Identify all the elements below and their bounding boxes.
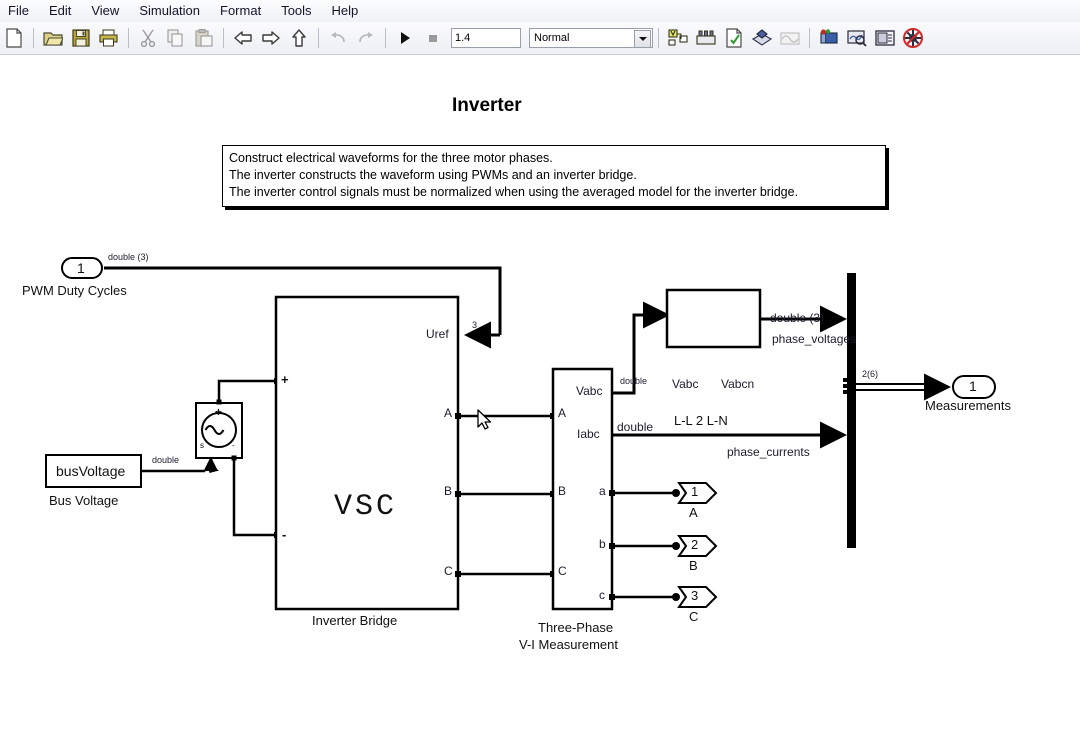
copy-icon[interactable]	[163, 25, 189, 51]
cut-icon[interactable]	[135, 25, 161, 51]
port-label-iabc-out: Iabc	[577, 427, 600, 441]
disable-link-icon[interactable]	[900, 25, 926, 51]
debug-icon[interactable]	[816, 25, 842, 51]
vi-measurement-label-line1: Three-Phase	[538, 620, 614, 635]
inverter-bridge-text: VSC	[334, 490, 398, 524]
signal-label-phase-voltages: phase_voltages	[772, 332, 857, 346]
undo-icon[interactable]	[325, 25, 351, 51]
menu-format[interactable]: Format	[210, 0, 271, 22]
pwm-inport-number: 1	[77, 260, 85, 276]
port-label-vsc-plus: +	[281, 372, 289, 387]
toolbar-separator-4	[318, 28, 319, 48]
open-model-icon[interactable]	[40, 25, 66, 51]
inverter-bridge-label: Inverter Bridge	[312, 613, 398, 628]
signal-label-pwm: double (3)	[108, 252, 149, 262]
voltage-source-minus-terminal: -	[232, 441, 235, 450]
simulation-mode-select[interactable]: Normal	[529, 28, 653, 48]
pwm-inport-label: PWM Duty Cycles	[22, 283, 127, 298]
menu-simulation[interactable]: Simulation	[129, 0, 210, 22]
signal-label-bus-voltage: double	[152, 455, 180, 465]
bus-voltage-label: Bus Voltage	[49, 493, 119, 508]
back-icon[interactable]	[230, 25, 256, 51]
menu-view[interactable]: View	[81, 0, 129, 22]
signal-label-uref-width: 3	[472, 320, 478, 330]
port-label-vi-in-b: B	[558, 484, 567, 498]
bus-voltage-text: busVoltage	[56, 463, 126, 479]
voltage-source-s-terminal: s	[200, 441, 204, 450]
signal-label-phase-currents: phase_currents	[727, 445, 810, 459]
ll2ln-label: L-L 2 L-N	[674, 413, 728, 428]
menu-file[interactable]: File	[0, 0, 39, 22]
start-simulation-icon[interactable]	[392, 25, 418, 51]
port-label-vabc-out: Vabc	[576, 384, 603, 398]
outport-b-number: 2	[691, 537, 699, 552]
signal-label-iabc: double	[617, 420, 654, 434]
new-model-icon[interactable]	[1, 25, 27, 51]
paste-icon[interactable]	[191, 25, 217, 51]
model-advisor-icon[interactable]	[844, 25, 870, 51]
outport-a-number: 1	[691, 484, 699, 499]
port-label-vsc-minus: -	[282, 527, 287, 542]
toolbar: 1.4 Normal	[0, 22, 1080, 55]
toolbar-separator-5	[385, 28, 386, 48]
outport-a-label: A	[689, 505, 698, 520]
port-label-uref: Uref	[426, 327, 449, 341]
redo-icon[interactable]	[353, 25, 379, 51]
voltage-source-plus-terminal: +	[215, 405, 223, 419]
simulation-stop-time-field[interactable]: 1.4	[451, 28, 521, 48]
port-label-vsc-a: A	[444, 406, 453, 420]
up-level-icon[interactable]	[286, 25, 312, 51]
port-label-vi-in-a: A	[558, 406, 567, 420]
model-canvas[interactable]: Inverter Construct electrical waveforms …	[0, 55, 1080, 755]
measurements-outport-label: Measurements	[925, 398, 1011, 413]
port-label-vsc-b: B	[444, 484, 453, 498]
measurements-outport-number: 1	[969, 378, 977, 394]
menu-tools[interactable]: Tools	[271, 0, 321, 22]
toggle-scope-icon[interactable]	[777, 25, 803, 51]
update-diagram-icon[interactable]	[665, 25, 691, 51]
toolbar-separator-7	[809, 28, 810, 48]
menu-edit[interactable]: Edit	[39, 0, 81, 22]
signal-label-vabc: double	[620, 376, 648, 386]
port-label-vi-in-c: C	[558, 564, 567, 578]
print-icon[interactable]	[96, 25, 122, 51]
vi-measurement-label-line2: V-I Measurement	[519, 637, 618, 652]
signal-label-phase-voltages-type: double (3)	[770, 311, 825, 325]
forward-icon[interactable]	[258, 25, 284, 51]
port-label-vsc-c: C	[444, 564, 453, 578]
mouse-cursor	[477, 409, 492, 430]
model-properties-icon[interactable]	[872, 25, 898, 51]
menu-help[interactable]: Help	[322, 0, 369, 22]
outport-b-label: B	[689, 558, 698, 573]
outport-c-number: 3	[691, 588, 699, 603]
menu-bar: File Edit View Simulation Format Tools H…	[0, 0, 1080, 23]
chevron-down-icon[interactable]	[634, 30, 651, 48]
stop-simulation-icon[interactable]	[420, 25, 446, 51]
simulation-mode-value: Normal	[534, 32, 570, 44]
build-model-icon[interactable]	[693, 25, 719, 51]
toolbar-separator-1	[33, 28, 34, 48]
port-label-vi-out-c: c	[599, 588, 605, 602]
port-label-ll2ln-in: Vabc	[672, 377, 699, 391]
model-explorer-icon[interactable]	[721, 25, 747, 51]
port-label-ll2ln-out: Vabcn	[721, 377, 755, 391]
port-label-vi-out-b: b	[599, 537, 606, 551]
toolbar-separator-6	[658, 28, 659, 48]
toolbar-separator-3	[223, 28, 224, 48]
outport-c-label: C	[689, 609, 699, 624]
signal-label-bus-measurements: 2(6)	[862, 369, 879, 379]
toolbar-separator-2	[128, 28, 129, 48]
save-model-icon[interactable]	[68, 25, 94, 51]
library-browser-icon[interactable]	[749, 25, 775, 51]
port-label-vi-out-a: a	[599, 484, 606, 498]
